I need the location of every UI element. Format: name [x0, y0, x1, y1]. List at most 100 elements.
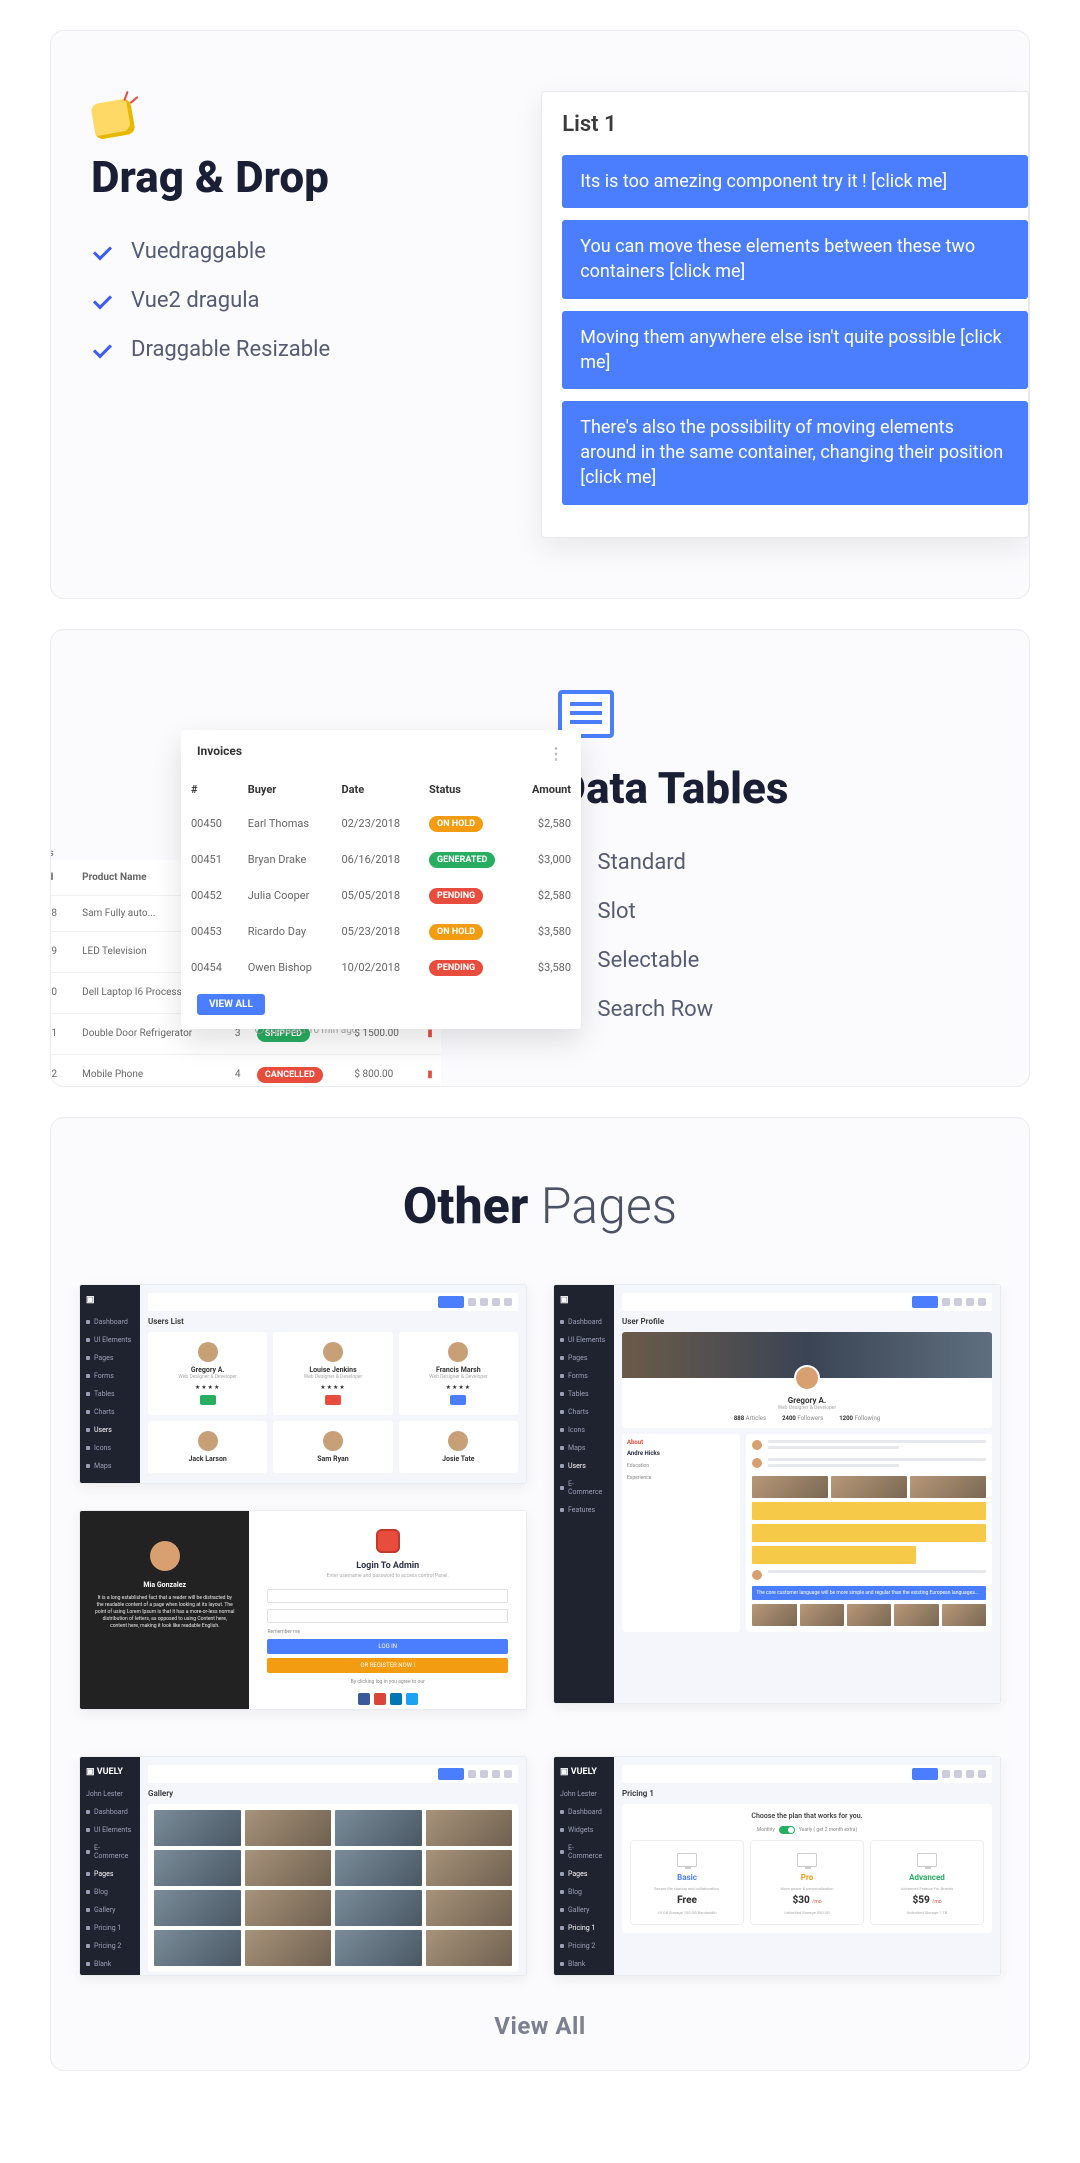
gallery-photo	[426, 1810, 513, 1846]
user-card: Josie Tate	[399, 1421, 518, 1473]
check-icon	[91, 339, 113, 361]
table-row: 00454 Owen Bishop 10/02/2018 PENDING $3,…	[181, 950, 581, 986]
view-all-link[interactable]: View All	[71, 2012, 1009, 2040]
gallery-photo	[245, 1930, 332, 1966]
facebook-icon[interactable]	[358, 1693, 370, 1705]
gallery-photo	[154, 1810, 241, 1846]
brand-logo: ▣	[560, 1295, 608, 1305]
gallery-photo	[154, 1930, 241, 1966]
table-row: 00452 Julia Cooper 05/05/2018 PENDING $2…	[181, 878, 581, 914]
monitor-icon	[677, 1853, 697, 1867]
email-field[interactable]	[267, 1589, 508, 1603]
avatar	[150, 1541, 180, 1571]
gallery-photo	[154, 1890, 241, 1926]
login-left-panel: Mia Gonzalez It is a long established fa…	[80, 1511, 249, 1709]
table-row: 234XE82 Mobile Phone 4 CANCELLED $ 800.0…	[50, 1054, 441, 1087]
orders-corner-label: rs	[50, 848, 54, 859]
gallery-photo	[245, 1810, 332, 1846]
data-tables-info: Data Tables Standard Slot Selectable Sea…	[558, 670, 989, 1046]
data-tables-demo: rs Order Id Product Name 234XE78 Sam Ful…	[51, 670, 558, 1046]
feature-item: Slot	[558, 899, 989, 924]
thumb-user-list[interactable]: ▣ Dashboard UI Elements Pages Forms Tabl…	[79, 1284, 527, 1484]
feature-item: Standard	[558, 850, 989, 875]
topbar	[622, 1293, 992, 1311]
feature-item: Vue2 dragula	[91, 288, 541, 313]
other-pages-heading: Other Pages	[71, 1178, 1009, 1236]
draggable-item[interactable]: You can move these elements between thes…	[562, 220, 1028, 298]
gallery-photo	[426, 1890, 513, 1926]
login-form: Login To Admin Enter username and passwo…	[249, 1511, 526, 1709]
social-buttons	[267, 1693, 508, 1705]
draggable-item[interactable]: There's also the possibility of moving e…	[562, 401, 1028, 505]
thumb-pricing[interactable]: ▣ VUELY John Lester Dashboard Widgets E-…	[553, 1756, 1001, 1976]
data-tables-heading: Data Tables	[558, 762, 989, 814]
gallery-photo	[335, 1850, 422, 1886]
topbar	[148, 1765, 518, 1783]
topbar	[622, 1765, 992, 1783]
gallery-photo	[335, 1810, 422, 1846]
brand-logo: ▣	[86, 1295, 134, 1305]
avatar	[794, 1365, 820, 1391]
sidebar: ▣ Dashboard UI Elements Pages Forms Tabl…	[80, 1285, 140, 1483]
brand-logo: ▣ VUELY	[560, 1767, 608, 1777]
table-row: 00450 Earl Thomas 02/23/2018 ON HOLD $2,…	[181, 806, 581, 842]
user-card: Gregory A.Web Designer & Developer★★★★	[148, 1332, 267, 1415]
thumb-gallery[interactable]: ▣ VUELY John Lester Dashboard UI Element…	[79, 1756, 527, 1976]
login-button[interactable]: LOG IN	[267, 1639, 508, 1654]
monitor-icon	[917, 1853, 937, 1867]
view-all-button[interactable]: VIEW ALL	[197, 994, 265, 1015]
user-card: Jack Larson	[148, 1421, 267, 1473]
draggable-item[interactable]: Its is too amezing component try it ! [c…	[562, 155, 1028, 208]
invoice-table: # Buyer Date Status Amount 00450 Earl Th…	[181, 773, 581, 986]
draggable-item[interactable]: Moving them anywhere else isn't quite po…	[562, 311, 1028, 389]
plan-pro: Pro More power & personalization $30 /mo…	[750, 1840, 864, 1925]
drag-drop-feature-list: Vuedraggable Vue2 dragula Draggable Resi…	[91, 239, 541, 362]
gallery-photo	[245, 1890, 332, 1926]
user-card: Louise JenkinsWeb Designer & Developer★★…	[273, 1332, 392, 1415]
profile-cover	[622, 1332, 992, 1378]
feature-item: Draggable Resizable	[91, 337, 541, 362]
sidebar: ▣ VUELY John Lester Dashboard UI Element…	[80, 1757, 140, 1975]
invoices-panel: Invoices ⋮ # Buyer Date Status Amount 00…	[181, 730, 581, 1029]
user-card: Sam Ryan	[273, 1421, 392, 1473]
demo-list-title: List 1	[562, 112, 1028, 137]
monitor-icon	[797, 1853, 817, 1867]
billing-toggle[interactable]: MonthlyYearly ( get 2 month extra)	[630, 1826, 984, 1834]
user-card: Francis MarshWeb Designer & Developer★★★…	[399, 1332, 518, 1415]
delete-icon[interactable]: ▮	[419, 1054, 441, 1087]
check-icon	[91, 290, 113, 312]
app-logo	[376, 1529, 400, 1553]
col-order-id: Order Id	[50, 860, 76, 896]
twitter-icon[interactable]	[406, 1693, 418, 1705]
thumb-login[interactable]: Mia Gonzalez It is a long established fa…	[79, 1510, 527, 1710]
gallery-photo	[426, 1930, 513, 1966]
drag-drop-card: Drag & Drop Vuedraggable Vue2 dragula Dr…	[50, 30, 1030, 599]
register-button[interactable]: OR REGISTER NOW !	[267, 1658, 508, 1673]
invoices-title: Invoices	[197, 744, 242, 763]
other-pages-card: Other Pages ▣ Dashboard UI Elements Page…	[50, 1117, 1030, 2071]
gallery-photo	[245, 1850, 332, 1886]
password-field[interactable]	[267, 1609, 508, 1623]
sidebar: ▣ VUELY John Lester Dashboard Widgets E-…	[554, 1757, 614, 1975]
google-icon[interactable]	[374, 1693, 386, 1705]
other-pages-grid: ▣ Dashboard UI Elements Pages Forms Tabl…	[71, 1284, 1009, 1976]
feature-item: Selectable	[558, 948, 989, 973]
table-row: 00453 Ricardo Day 05/23/2018 ON HOLD $3,…	[181, 914, 581, 950]
thumb-user-profile[interactable]: ▣ Dashboard UI Elements Pages Forms Tabl…	[553, 1284, 1001, 1704]
gallery-photo	[426, 1850, 513, 1886]
profile-stats: 888 Articles 2400 Followers 1200 Followi…	[622, 1415, 992, 1422]
fist-icon	[91, 91, 141, 141]
drag-drop-heading: Drag & Drop	[91, 151, 541, 203]
more-icon[interactable]: ⋮	[548, 744, 565, 763]
check-icon	[91, 241, 113, 263]
data-tables-feature-list: Standard Slot Selectable Search Row	[558, 850, 989, 1022]
plan-advanced: Advanced Advanced Feature For Brands $59…	[870, 1840, 984, 1925]
gallery-photo	[154, 1850, 241, 1886]
feature-item: Vuedraggable	[91, 239, 541, 264]
drag-drop-demo-panel: List 1 Its is too amezing component try …	[541, 91, 1029, 538]
brand-logo: ▣ VUELY	[86, 1767, 134, 1777]
data-tables-card: rs Order Id Product Name 234XE78 Sam Ful…	[50, 629, 1030, 1087]
photo-grid	[148, 1804, 518, 1972]
sidebar: ▣ Dashboard UI Elements Pages Forms Tabl…	[554, 1285, 614, 1703]
linkedin-icon[interactable]	[390, 1693, 402, 1705]
